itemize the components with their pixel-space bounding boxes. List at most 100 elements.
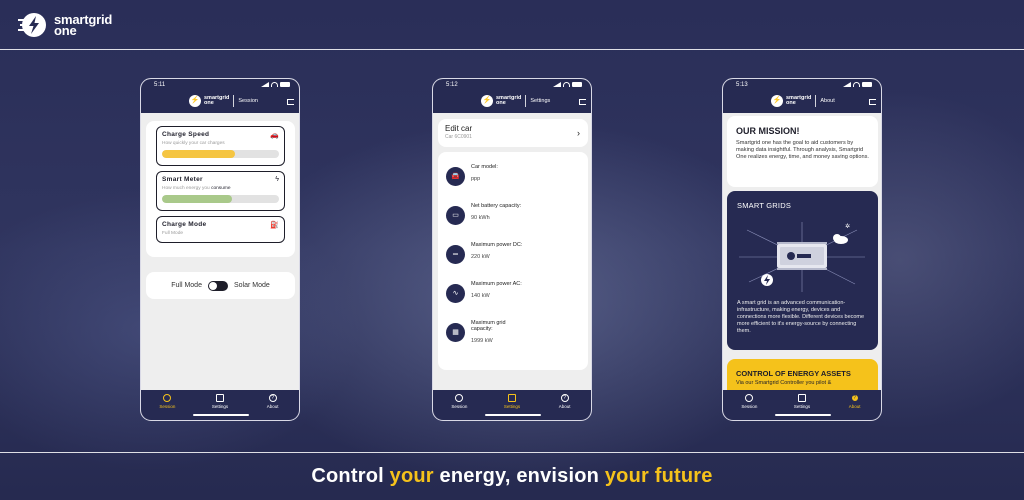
phone-brand: ⚡ smartgrid one Session [189, 95, 258, 107]
sliders-icon [507, 394, 516, 402]
phone-brand-text: smartgrid one [786, 95, 811, 107]
car-icon: 🚘 [446, 167, 465, 186]
speedometer-icon [745, 394, 754, 402]
section-title: Session [238, 98, 258, 104]
smart-meter-title: Smart Meter [162, 176, 203, 183]
control-assets-text: Via our Smartgrid Controller you pilot & [736, 380, 832, 386]
status-icons [553, 82, 582, 87]
home-indicator [485, 414, 541, 416]
section-title: Settings [530, 98, 551, 104]
tagline-part: Control [311, 465, 390, 487]
phone-content: Edit car Car 6C0901 › 🚘 Car model: ppp ▭ … [433, 113, 591, 390]
smart-grids-text: A smart grid is an advanced communicatio… [737, 300, 865, 334]
phone-brand-text: smartgrid one [204, 95, 229, 107]
nav-session[interactable]: Session [439, 394, 479, 409]
smart-meter-item[interactable]: Smart Meter ϟ How much energy you consum… [156, 171, 285, 211]
spec-label: Maximum power AC: [471, 281, 522, 287]
logout-icon[interactable] [287, 99, 294, 105]
status-time: 5:12 [446, 82, 458, 88]
wifi-icon [853, 82, 860, 87]
smart-meter-bar [162, 195, 279, 203]
nav-session[interactable]: Session [147, 394, 187, 409]
edit-car-button[interactable]: Edit car Car 6C0901 › [438, 119, 588, 147]
charge-speed-item[interactable]: Charge Speed 🚗 How quickly your car char… [156, 126, 285, 166]
mode-toggle-switch[interactable] [207, 280, 228, 291]
session-card: Charge Speed 🚗 How quickly your car char… [146, 121, 295, 257]
question-icon: ? [560, 394, 569, 402]
charge-speed-subtitle: How quickly your car charges [162, 141, 225, 146]
smart-grids-title: SMART GRIDS [737, 201, 792, 210]
phone-session: 5:11 ⚡ smartgrid one Session Charge Spee… [140, 78, 300, 421]
nav-session[interactable]: Session [729, 394, 769, 409]
phone-content: OUR MISSION! Smartgrid one has the goal … [723, 113, 881, 399]
smart-grids-card: SMART GRIDS ✲ A smart grid is an advance… [727, 191, 878, 350]
spec-ac-power: ∿ Maximum power AC: 140 kW [446, 281, 580, 303]
status-icons [261, 82, 290, 87]
smart-meter-subtitle: How much energy you consume [162, 186, 279, 191]
speedometer-icon [163, 394, 172, 402]
nav-about[interactable]: ? About [253, 394, 293, 409]
tagline-part: energy, envision [433, 465, 605, 487]
wifi-icon [271, 82, 278, 87]
phone-about: 5:13 ⚡ smartgrid one About OUR MISSION! … [722, 78, 882, 421]
tagline: Control your energy, envision your futur… [311, 465, 712, 488]
spec-label: Car model: [471, 164, 498, 170]
svg-text:✲: ✲ [845, 223, 850, 230]
status-icons [843, 82, 872, 87]
phone-brand-text: smartgrid one [496, 95, 521, 107]
wifi-icon [563, 82, 570, 87]
phone-brand: ⚡ smartgrid one About [771, 95, 835, 107]
bottom-nav: Session Settings ? About [141, 390, 299, 420]
mode-toggle-card: Full Mode Solar Mode [146, 272, 295, 299]
car-icon: 🚗 [270, 132, 279, 139]
speedometer-icon [455, 394, 464, 402]
charge-mode-title: Charge Mode [162, 221, 207, 228]
lightning-logo-icon [18, 11, 48, 39]
control-assets-title: CONTROL OF ENERGY ASSETS [736, 369, 851, 378]
logout-icon[interactable] [869, 99, 876, 105]
nav-about[interactable]: ? About [835, 394, 875, 409]
home-indicator [775, 414, 831, 416]
edit-car-subtitle: Car 6C0901 [445, 134, 472, 140]
spec-value: ppp [471, 176, 481, 182]
nav-settings[interactable]: Settings [200, 394, 240, 409]
spec-battery: ▭ Net battery capacity: 90 kWh [446, 203, 580, 225]
grid-icon: ▦ [446, 323, 465, 342]
phone-brand: ⚡ smartgrid one Settings [481, 95, 550, 107]
nav-settings[interactable]: Settings [782, 394, 822, 409]
tagline-highlight: your [389, 465, 434, 487]
mission-text: Smartgrid one has the goal to aid custom… [736, 140, 869, 161]
spec-dc-power: ═ Maximum power DC: 220 kW [446, 242, 580, 264]
tagline-highlight: your [604, 465, 649, 487]
tagline-highlight: future [654, 465, 713, 487]
sliders-icon [215, 394, 224, 402]
nav-settings[interactable]: Settings [492, 394, 532, 409]
phone-header: 5:12 ⚡ smartgrid one Settings [433, 79, 591, 113]
divider [233, 95, 235, 107]
divider [525, 95, 527, 107]
signal-icon [261, 82, 269, 87]
nav-settings-label: Settings [211, 404, 229, 409]
logout-icon[interactable] [579, 99, 586, 105]
spec-value: 90 kWh [471, 215, 490, 221]
nav-session-label: Session [451, 404, 468, 409]
brand-name: smartgrid one [54, 13, 112, 37]
chevron-right-icon: › [577, 128, 580, 138]
smart-grid-illustration-icon: ✲ [737, 220, 868, 294]
brand-logo[interactable]: smartgrid one [18, 11, 112, 39]
smart-meter-fill [162, 195, 233, 203]
dc-icon: ═ [446, 245, 465, 264]
phone-settings: 5:12 ⚡ smartgrid one Settings Edit car C… [432, 78, 592, 421]
nav-session-label: Session [741, 404, 758, 409]
charge-mode-subtitle: Full Mode [162, 231, 184, 236]
spec-label: Maximum grid capacity: [471, 320, 506, 332]
charge-speed-fill [162, 150, 235, 158]
signal-icon [843, 82, 851, 87]
charge-mode-item[interactable]: Charge Mode ⛽ Full Mode [156, 216, 285, 243]
spec-value: 1999 kW [471, 338, 493, 344]
charge-speed-title: Charge Speed [162, 131, 210, 138]
battery-status-icon [280, 82, 290, 87]
nav-about-label: About [266, 404, 279, 409]
nav-about[interactable]: ? About [545, 394, 585, 409]
brand-mark-icon: ⚡ [189, 95, 201, 107]
